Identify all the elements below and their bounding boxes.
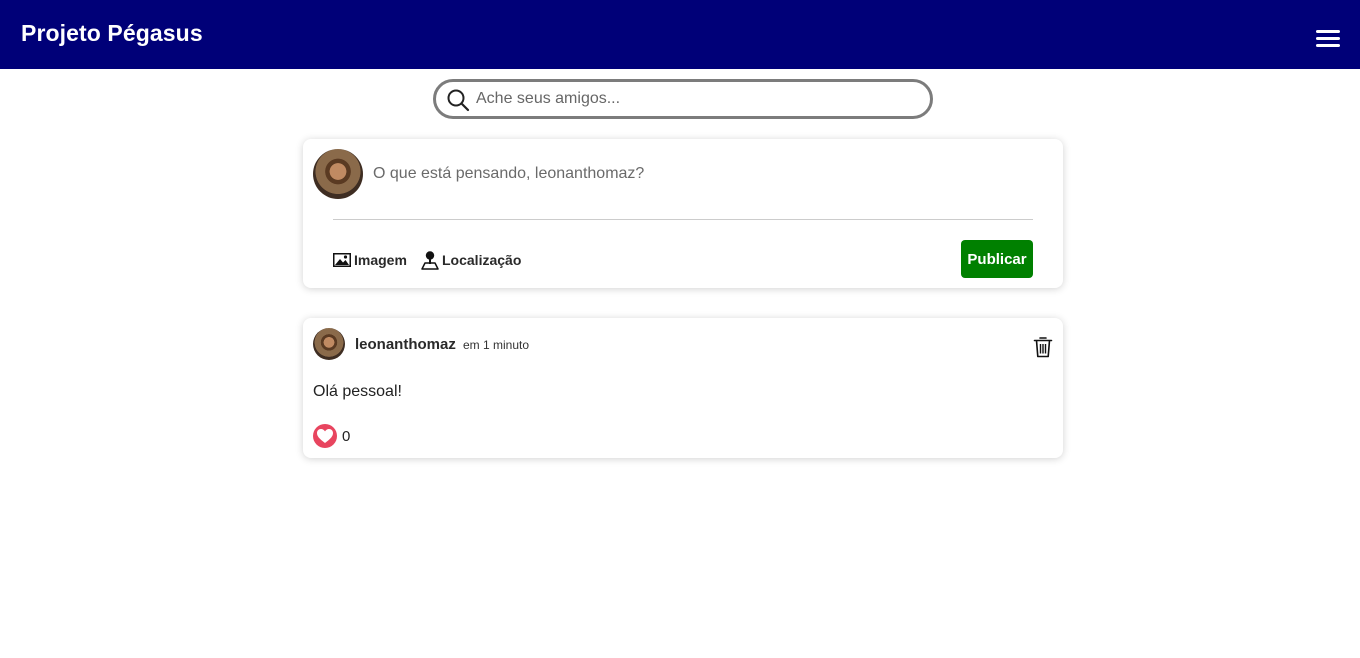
post-timestamp: em 1 minuto	[463, 338, 530, 352]
trash-icon[interactable]	[1033, 336, 1053, 358]
top-navbar: Projeto Pégasus	[0, 0, 1360, 69]
search-bar[interactable]	[433, 79, 933, 119]
post-card: leonanthomaz em 1 minuto Olá pessoal! 0	[303, 318, 1063, 458]
like-count: 0	[342, 428, 351, 445]
publish-button[interactable]: Publicar	[961, 240, 1033, 278]
add-image-button[interactable]: Imagem	[333, 249, 407, 271]
like-button[interactable]	[313, 424, 337, 448]
add-image-label: Imagem	[354, 252, 407, 268]
search-icon	[447, 89, 470, 112]
avatar[interactable]	[313, 149, 363, 199]
app-title[interactable]: Projeto Pégasus	[21, 20, 203, 47]
search-input[interactable]	[476, 87, 916, 111]
post-composer: Imagem Localização Publicar	[303, 139, 1063, 288]
post-text: Olá pessoal!	[313, 383, 402, 400]
post-input[interactable]	[373, 162, 1043, 186]
divider	[333, 219, 1033, 220]
author-avatar[interactable]	[313, 328, 345, 360]
heart-icon	[317, 429, 333, 443]
image-icon	[333, 253, 351, 267]
location-pin-icon	[421, 251, 439, 270]
hamburger-menu-icon[interactable]	[1314, 28, 1342, 50]
post-author[interactable]: leonanthomaz	[355, 336, 456, 353]
add-location-label: Localização	[442, 252, 522, 268]
add-location-button[interactable]: Localização	[421, 249, 521, 271]
